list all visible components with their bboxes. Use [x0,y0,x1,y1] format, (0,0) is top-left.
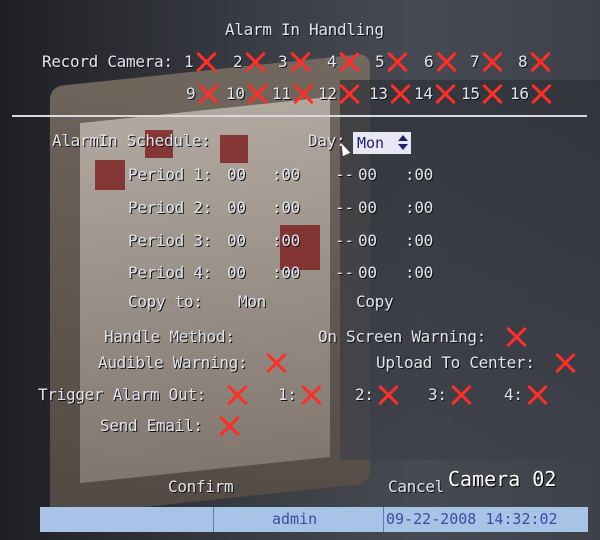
upload-to-center-checkbox[interactable] [555,352,577,374]
camera-number-label: 6 [424,52,434,71]
start-hour-field[interactable]: 00 [227,231,246,250]
alarm-out-label: 2: [355,385,374,404]
period-label: Period 3: [128,231,212,250]
end-minute-field[interactable]: :00 [405,165,433,184]
trigger-alarm-out-label: Trigger Alarm Out: [38,385,206,404]
period-label: Period 2: [128,198,212,217]
alarm-out-checkbox[interactable] [527,384,549,406]
period-label: Period 1: [128,165,212,184]
status-cell-datetime: 09-22-2008 14:32:02 [383,507,589,532]
alarm-out-checkbox[interactable] [301,384,323,406]
period-dash: -- [335,198,354,217]
handle-method-label: Handle Method: [104,327,235,346]
alarmin-schedule-label: AlarmIn Schedule: [52,131,211,150]
start-hour-field[interactable]: 00 [227,263,246,282]
background-scene-patch [95,160,125,190]
end-minute-field[interactable]: :00 [405,231,433,250]
alarm-out-label: 3: [428,385,447,404]
end-hour-field[interactable]: 00 [358,263,377,282]
on-screen-warning-label: On Screen Warning: [318,327,486,346]
status-datetime: 09-22-2008 14:32:02 [386,510,558,528]
record-camera-label: Record Camera: [42,52,173,71]
camera-number-label: 16 [510,84,529,103]
start-hour-field[interactable]: 00 [227,198,246,217]
background-scene-patch [220,135,248,163]
camera-frame: Alarm In Handling Record Camera: 1234567… [0,0,600,540]
camera-number-label: 14 [414,84,433,103]
end-hour-field[interactable]: 00 [358,165,377,184]
upload-to-center-label: Upload To Center: [376,353,535,372]
record-camera-checkbox[interactable] [530,51,552,73]
period-label: Period 4: [128,263,212,282]
status-cell-user: admin [213,507,384,532]
dialog-title: Alarm In Handling [225,20,384,39]
camera-overlay-label: Camera 02 [448,467,557,491]
record-camera-checkbox[interactable] [245,51,267,73]
alarm-out-label: 4: [504,385,523,404]
record-camera-checkbox[interactable] [198,83,220,105]
camera-number-label: 1 [184,52,194,71]
camera-number-label: 2 [233,52,243,71]
end-hour-field[interactable]: 00 [358,231,377,250]
camera-number-label: 4 [327,52,337,71]
end-minute-field[interactable]: :00 [405,198,433,217]
cancel-button[interactable]: Cancel [388,477,444,496]
record-camera-checkbox[interactable] [290,51,312,73]
period-dash: -- [335,231,354,250]
day-select[interactable]: Mon [353,132,411,154]
status-bar: admin 09-22-2008 14:32:02 [40,507,588,532]
send-email-label: Send Email: [100,416,203,435]
camera-number-label: 3 [278,52,288,71]
audible-warning-label: Audible Warning: [98,353,248,372]
day-select-value: Mon [357,134,385,152]
alarm-out-checkbox[interactable] [378,384,400,406]
camera-number-label: 11 [272,84,291,103]
copy-to-label: Copy to: [128,292,203,311]
record-camera-checkbox[interactable] [436,51,458,73]
record-camera-checkbox[interactable] [339,51,361,73]
start-minute-field[interactable]: :00 [272,198,300,217]
spinner-icon[interactable] [398,135,408,151]
record-camera-checkbox[interactable] [435,83,457,105]
copy-to-select[interactable]: Mon [238,292,266,311]
audible-warning-checkbox[interactable] [266,352,288,374]
camera-number-label: 10 [226,84,245,103]
camera-number-label: 9 [186,84,196,103]
camera-number-label: 12 [318,84,337,103]
camera-number-label: 5 [375,52,385,71]
alarm-out-checkbox[interactable] [451,384,473,406]
trigger-alarm-out-checkbox[interactable] [227,384,249,406]
period-dash: -- [335,263,354,282]
record-camera-checkbox[interactable] [482,51,504,73]
record-camera-checkbox[interactable] [387,51,409,73]
end-minute-field[interactable]: :00 [405,263,433,282]
record-camera-checkbox[interactable] [293,83,315,105]
status-user: admin [272,510,318,528]
divider [12,115,587,117]
end-hour-field[interactable]: 00 [358,198,377,217]
period-dash: -- [335,165,354,184]
copy-button[interactable]: Copy [356,292,394,311]
start-minute-field[interactable]: :00 [272,165,300,184]
record-camera-checkbox[interactable] [482,83,504,105]
camera-number-label: 7 [470,52,480,71]
start-hour-field[interactable]: 00 [227,165,246,184]
send-email-checkbox[interactable] [219,415,241,437]
camera-number-label: 15 [461,84,480,103]
start-minute-field[interactable]: :00 [272,231,300,250]
record-camera-checkbox[interactable] [531,83,553,105]
camera-number-label: 13 [369,84,388,103]
start-minute-field[interactable]: :00 [272,263,300,282]
confirm-button[interactable]: Confirm [168,477,234,496]
on-screen-warning-checkbox[interactable] [506,326,528,348]
camera-number-label: 8 [518,52,528,71]
record-camera-checkbox[interactable] [339,83,361,105]
record-camera-checkbox[interactable] [390,83,412,105]
record-camera-checkbox[interactable] [247,83,269,105]
record-camera-checkbox[interactable] [196,51,218,73]
alarm-out-label: 1: [278,385,297,404]
